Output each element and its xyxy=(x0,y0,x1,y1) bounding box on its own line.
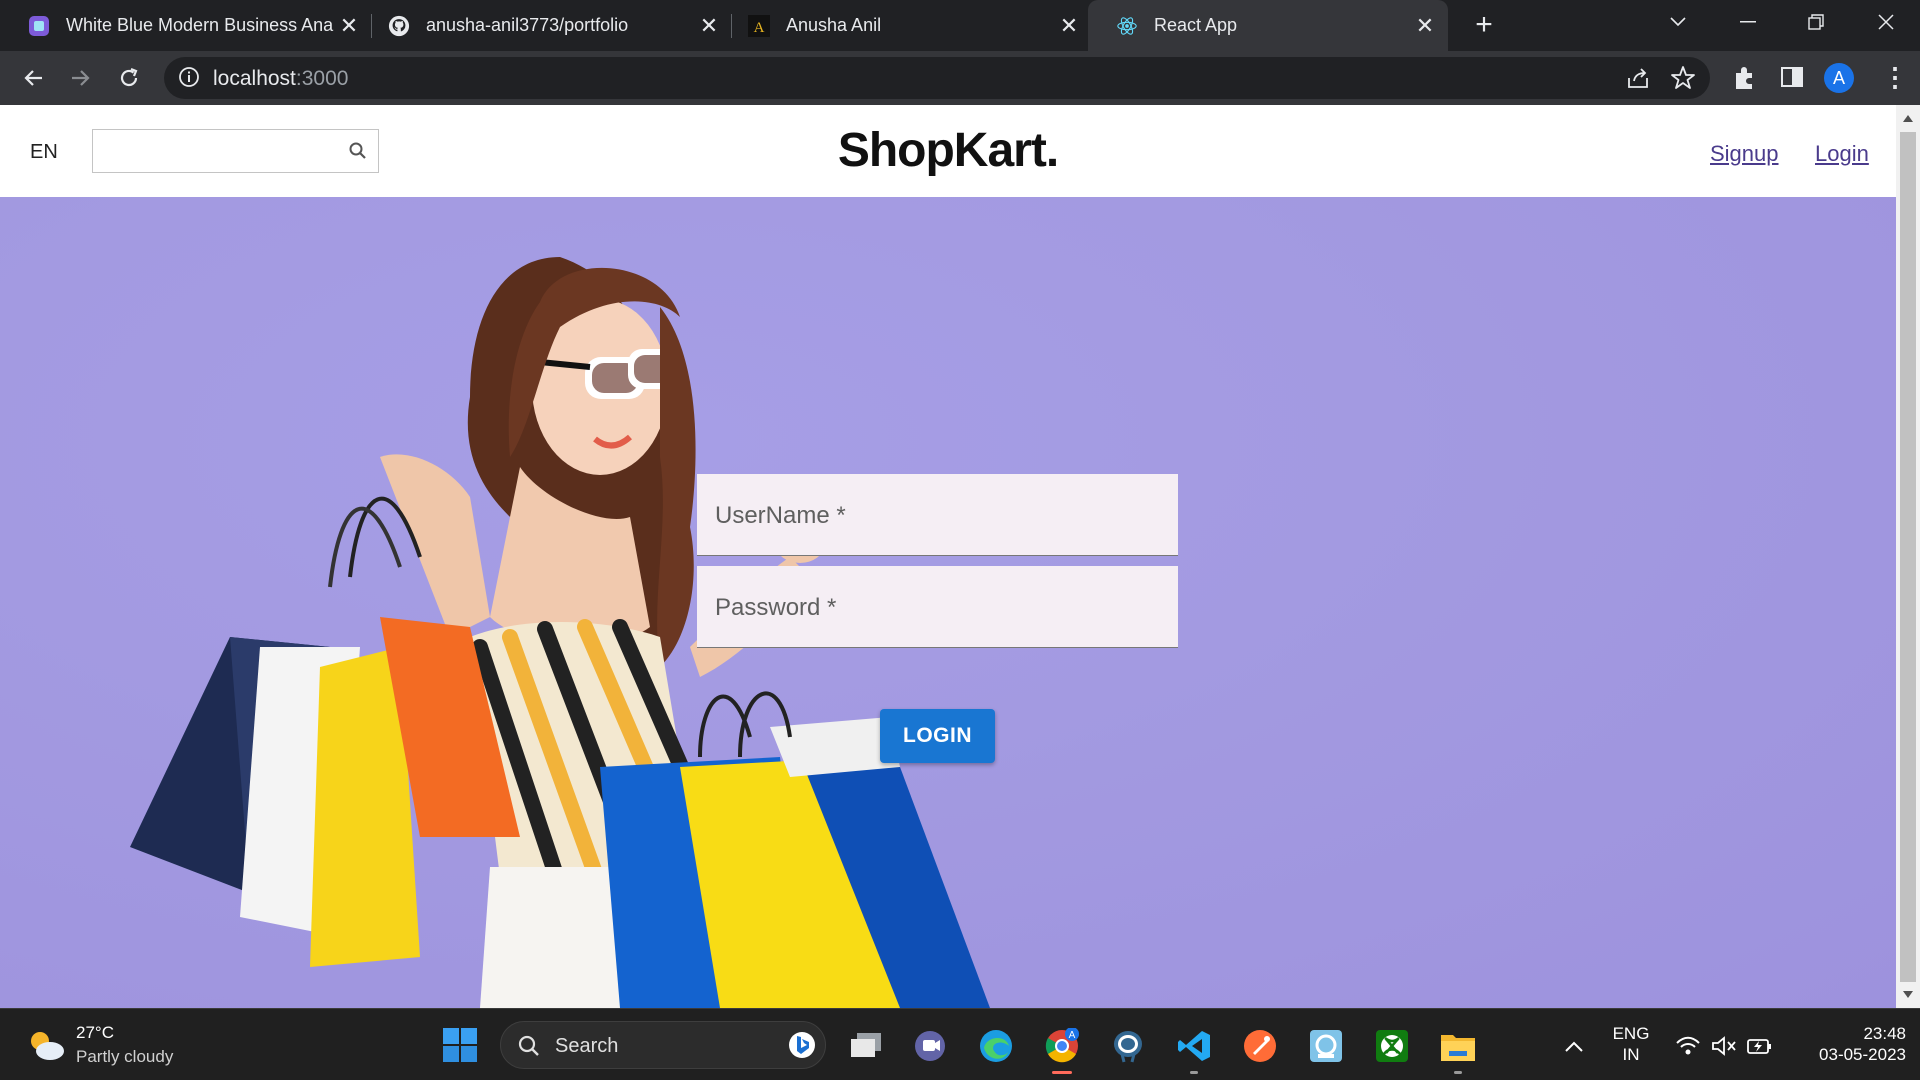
weather-temp: 27°C xyxy=(76,1023,114,1042)
bing-icon xyxy=(787,1030,817,1065)
xbox-icon[interactable] xyxy=(1372,1026,1412,1066)
canva-icon xyxy=(28,15,50,37)
react-icon xyxy=(1116,15,1138,37)
password-label: Password * xyxy=(715,594,837,621)
new-tab-button[interactable]: + xyxy=(1466,8,1502,44)
taskbar-search-label: Search xyxy=(555,1035,619,1057)
wifi-icon[interactable] xyxy=(1668,1026,1708,1066)
scroll-down-arrow-icon[interactable] xyxy=(1903,991,1913,998)
reload-icon[interactable] xyxy=(110,59,148,97)
browser-toolbar: localhost:3000 A ⋮ xyxy=(0,51,1920,105)
tab-title: White Blue Modern Business Ana xyxy=(66,15,334,35)
login-hero: UserName * Password * LOGIN xyxy=(0,197,1896,1008)
shopkart-logo[interactable]: ShopKart. xyxy=(0,123,1896,178)
tab-github[interactable]: anusha-anil3773/portfolio ✕ xyxy=(360,0,732,51)
side-panel-icon[interactable] xyxy=(1780,65,1804,94)
username-field[interactable]: UserName * xyxy=(697,474,1178,556)
battery-charging-icon[interactable] xyxy=(1740,1026,1780,1066)
tab-search-icon[interactable] xyxy=(1648,0,1708,44)
github-icon xyxy=(388,15,410,37)
profile-avatar[interactable]: A xyxy=(1824,63,1854,93)
site-info-icon[interactable] xyxy=(178,66,200,93)
scroll-up-arrow-icon[interactable] xyxy=(1903,115,1913,122)
address-bar[interactable]: localhost:3000 xyxy=(164,57,1710,99)
page-scrollbar[interactable] xyxy=(1896,105,1920,1008)
url-host: localhost xyxy=(213,67,296,90)
close-icon[interactable]: ✕ xyxy=(1054,13,1084,39)
share-icon[interactable] xyxy=(1626,66,1650,95)
weather-condition: Partly cloudy xyxy=(76,1047,174,1066)
explorer-running-indicator xyxy=(1454,1071,1462,1074)
site-header: EN ShopKart. Signup Login xyxy=(0,105,1896,197)
postgresql-icon[interactable] xyxy=(1108,1026,1148,1066)
tab-anusha-anil[interactable]: A Anusha Anil ✕ xyxy=(720,0,1092,51)
signup-link[interactable]: Signup xyxy=(1710,141,1779,167)
restore-icon[interactable] xyxy=(1786,0,1846,44)
menu-kebab-icon[interactable]: ⋮ xyxy=(1882,64,1908,90)
teams-chat-icon[interactable] xyxy=(910,1026,950,1066)
postman-icon[interactable] xyxy=(1240,1026,1280,1066)
page-viewport: EN ShopKart. Signup Login UserName * Pas… xyxy=(0,105,1896,1008)
login-button[interactable]: LOGIN xyxy=(880,709,995,763)
clock[interactable]: 23:48 03-05-2023 xyxy=(1786,1023,1906,1065)
lang-code: ENG xyxy=(1612,1024,1650,1043)
vscode-running-indicator xyxy=(1190,1071,1198,1074)
close-window-icon[interactable] xyxy=(1856,0,1916,44)
browser-tab-strip: White Blue Modern Business Ana ✕ anusha-… xyxy=(0,0,1920,51)
tab-title: React App xyxy=(1154,15,1238,35)
clock-date: 03-05-2023 xyxy=(1819,1045,1906,1064)
edge-icon[interactable] xyxy=(976,1026,1016,1066)
login-link[interactable]: Login xyxy=(1815,141,1869,167)
file-explorer-icon[interactable] xyxy=(1438,1026,1478,1066)
tab-title: Anusha Anil xyxy=(786,15,882,35)
forward-icon[interactable] xyxy=(62,59,100,97)
partly-cloudy-icon xyxy=(26,1027,66,1068)
username-label: UserName * xyxy=(715,502,846,529)
taskbar-search[interactable]: Search xyxy=(500,1021,826,1069)
back-icon[interactable] xyxy=(14,59,52,97)
password-field[interactable]: Password * xyxy=(697,566,1178,648)
app-launcher-icon[interactable] xyxy=(1306,1026,1346,1066)
bookmark-star-icon[interactable] xyxy=(1670,65,1696,96)
search-icon xyxy=(517,1034,541,1063)
minimize-icon[interactable] xyxy=(1718,0,1778,44)
windows-start-icon[interactable] xyxy=(440,1025,480,1065)
region-code: IN xyxy=(1622,1045,1640,1064)
url-text: localhost:3000 xyxy=(213,67,348,91)
input-language[interactable]: ENG IN xyxy=(1606,1023,1656,1065)
svg-text:A: A xyxy=(754,20,765,36)
tab-title: anusha-anil3773/portfolio xyxy=(426,15,629,35)
muted-speaker-icon[interactable] xyxy=(1704,1026,1744,1066)
task-view-icon[interactable] xyxy=(846,1026,886,1066)
chrome-active-indicator xyxy=(1052,1071,1072,1074)
chevron-up-icon[interactable] xyxy=(1554,1026,1594,1066)
vscode-icon[interactable] xyxy=(1174,1026,1214,1066)
chrome-icon[interactable]: A xyxy=(1042,1026,1082,1066)
tab-react-app[interactable]: React App ✕ xyxy=(1088,0,1448,51)
scroll-thumb[interactable] xyxy=(1900,132,1916,982)
extensions-icon[interactable] xyxy=(1732,65,1758,96)
url-port: :3000 xyxy=(295,67,349,90)
a-logo-icon: A xyxy=(748,14,770,37)
clock-time: 23:48 xyxy=(1863,1024,1906,1043)
close-icon[interactable]: ✕ xyxy=(1410,13,1440,39)
svg-text:A: A xyxy=(1069,1030,1076,1041)
tab-canva[interactable]: White Blue Modern Business Ana ✕ xyxy=(0,0,372,51)
windows-taskbar: 27°C Partly cloudy Search A ENG IN 23:48… xyxy=(0,1008,1920,1080)
